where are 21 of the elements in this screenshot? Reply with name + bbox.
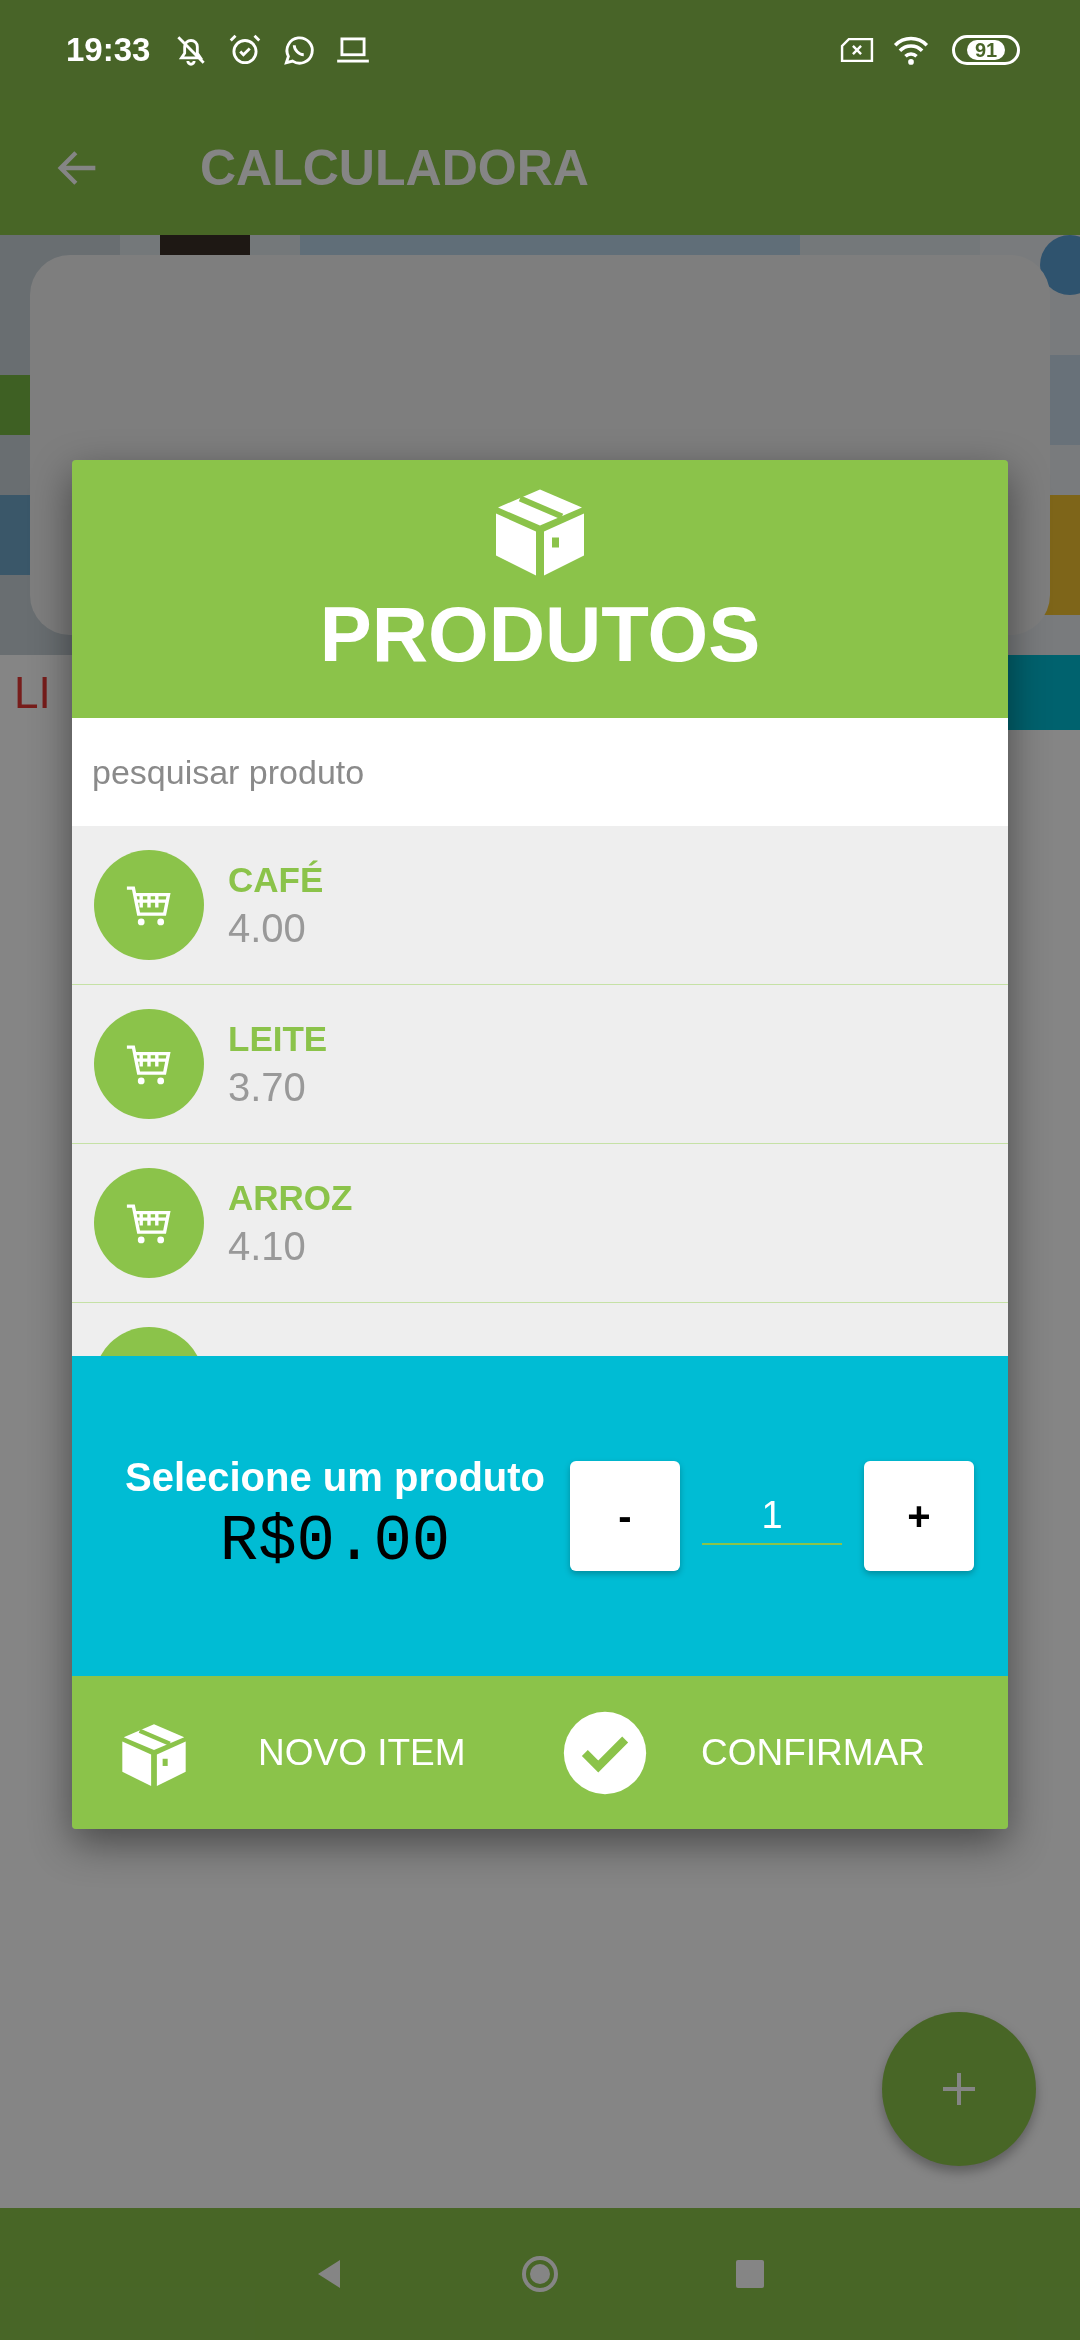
- dialog-title: PRODUTOS: [319, 595, 761, 673]
- home-nav-icon[interactable]: [520, 2254, 560, 2294]
- check-icon[interactable]: [563, 1710, 647, 1795]
- app-title: CALCULADORA: [200, 138, 589, 197]
- battery-level: 91: [966, 40, 1006, 60]
- action-button[interactable]: CONFIRMAR: [701, 1731, 926, 1774]
- product-price: 4.00: [228, 905, 307, 951]
- action-button[interactable]: NOVO ITEM: [258, 1731, 466, 1774]
- total-price: R$0.00: [219, 1505, 451, 1578]
- selection-label: Selecione um produto: [124, 1454, 545, 1500]
- search-field[interactable]: pesquisar produto: [72, 718, 1008, 826]
- quantity-field[interactable]: 1: [702, 1487, 842, 1545]
- decrement-button[interactable]: -: [570, 1461, 680, 1571]
- product-price: 4.10: [228, 1223, 307, 1269]
- product-price: 3.70: [228, 1064, 307, 1110]
- product-name: ARROZ: [228, 1177, 353, 1218]
- status-time: 19:33: [66, 31, 151, 69]
- product-name: CAFÉ: [228, 859, 324, 900]
- product-name: LEITE: [228, 1018, 328, 1059]
- clear-button[interactable]: LI: [0, 667, 51, 718]
- increment-button[interactable]: +: [864, 1461, 974, 1571]
